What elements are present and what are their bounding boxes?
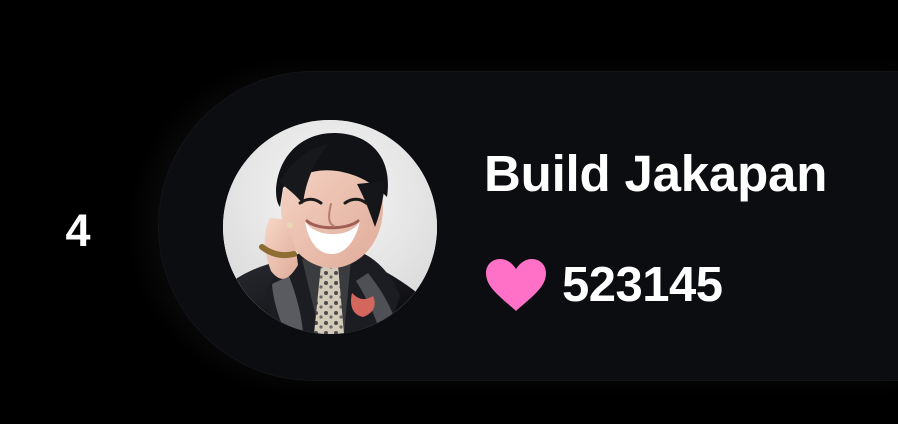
avatar[interactable] — [223, 120, 437, 334]
heart-icon — [486, 259, 546, 311]
rank-number: 4 — [65, 205, 91, 256]
leaderboard-card[interactable]: Build Jakapan 523145 — [158, 71, 898, 381]
user-name: Build Jakapan — [484, 145, 828, 202]
leaderboard-entry-screen: 4 Build Jakapan 523145 — [0, 0, 898, 424]
avatar-photo-icon — [223, 120, 437, 334]
like-summary: 523145 — [484, 255, 723, 315]
like-count: 523145 — [562, 258, 723, 312]
